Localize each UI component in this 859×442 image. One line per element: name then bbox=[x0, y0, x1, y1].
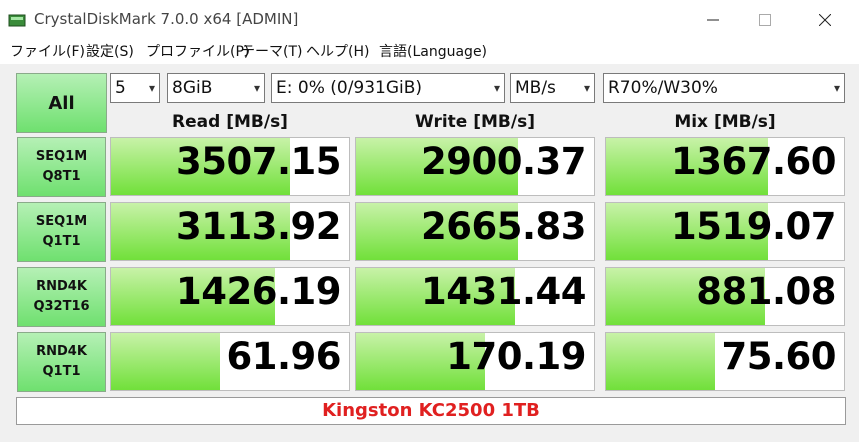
menu-settings[interactable]: 設定(S) bbox=[86, 41, 134, 61]
write-result-cell: 1431.44 bbox=[355, 267, 595, 326]
chevron-down-icon: ▾ bbox=[833, 81, 840, 95]
size-value: 8GiB bbox=[172, 78, 213, 98]
seq1m-q1t1-button[interactable]: SEQ1M Q1T1 bbox=[17, 202, 106, 262]
maximize-button[interactable] bbox=[742, 6, 788, 34]
read-value: 3113.92 bbox=[175, 205, 342, 248]
window-title: CrystalDiskMark 7.0.0 x64 [ADMIN] bbox=[34, 10, 299, 28]
menu-theme[interactable]: テーマ(T) bbox=[241, 41, 302, 61]
mix-result-cell: 881.08 bbox=[605, 267, 845, 326]
write-value: 1431.44 bbox=[420, 270, 587, 313]
maximize-icon bbox=[759, 14, 771, 26]
read-result-cell: 1426.19 bbox=[110, 267, 350, 326]
chevron-down-icon: ▾ bbox=[493, 81, 500, 95]
mix-result-cell: 1367.60 bbox=[605, 137, 845, 196]
rnd4k-q1t1-button[interactable]: RND4K Q1T1 bbox=[17, 332, 106, 392]
row-label-line1: RND4K bbox=[36, 344, 87, 359]
row-label-line2: Q1T1 bbox=[42, 234, 81, 249]
write-header: Write [MB/s] bbox=[415, 112, 535, 132]
write-result-cell: 2900.37 bbox=[355, 137, 595, 196]
count-value: 5 bbox=[115, 78, 126, 98]
write-result-cell: 170.19 bbox=[355, 332, 595, 391]
row-label-line2: Q1T1 bbox=[42, 364, 81, 379]
read-value: 61.96 bbox=[226, 335, 341, 378]
read-result-cell: 61.96 bbox=[110, 332, 350, 391]
minimize-icon bbox=[707, 19, 719, 21]
chevron-down-icon: ▾ bbox=[148, 81, 155, 95]
row-label-line1: SEQ1M bbox=[35, 149, 88, 164]
read-value: 1426.19 bbox=[175, 270, 342, 313]
close-button[interactable] bbox=[802, 6, 848, 34]
menu-profile[interactable]: プロファイル(P) bbox=[146, 41, 249, 61]
drive-select[interactable]: E: 0% (0/931GiB) ▾ bbox=[271, 73, 505, 103]
read-result-cell: 3507.15 bbox=[110, 137, 350, 196]
rnd4k-q32t16-button[interactable]: RND4K Q32T16 bbox=[17, 267, 106, 327]
mix-ratio-select[interactable]: R70%/W30% ▾ bbox=[603, 73, 845, 103]
menu-language[interactable]: 言語(Language) bbox=[379, 41, 487, 61]
size-select[interactable]: 8GiB ▾ bbox=[167, 73, 265, 103]
mix-result-cell: 1519.07 bbox=[605, 202, 845, 261]
unit-select[interactable]: MB/s ▾ bbox=[510, 73, 595, 103]
mix-value: 1519.07 bbox=[670, 205, 837, 248]
unit-value: MB/s bbox=[515, 78, 556, 98]
mix-value: 75.60 bbox=[721, 335, 836, 378]
chevron-down-icon: ▾ bbox=[253, 81, 260, 95]
close-icon bbox=[819, 14, 831, 26]
all-button[interactable]: All bbox=[16, 73, 107, 133]
row-label-line2: Q8T1 bbox=[42, 169, 81, 184]
menu-help[interactable]: ヘルプ(H) bbox=[306, 41, 369, 61]
read-bar bbox=[111, 333, 221, 390]
mix-value: 881.08 bbox=[696, 270, 836, 313]
write-value: 2900.37 bbox=[420, 140, 587, 183]
comment-field[interactable]: Kingston KC2500 1TB bbox=[16, 397, 846, 425]
read-header: Read [MB/s] bbox=[172, 112, 288, 132]
count-select[interactable]: 5 ▾ bbox=[110, 73, 160, 103]
mix-bar bbox=[606, 333, 716, 390]
mix-header: Mix [MB/s] bbox=[674, 112, 776, 132]
row-label-line2: Q32T16 bbox=[33, 299, 90, 314]
minimize-button[interactable] bbox=[690, 6, 736, 34]
mix-result-cell: 75.60 bbox=[605, 332, 845, 391]
read-value: 3507.15 bbox=[175, 140, 342, 183]
menu-bar: ファイル(F) 設定(S) プロファイル(P) テーマ(T) ヘルプ(H) 言語… bbox=[0, 38, 859, 62]
drive-value: E: 0% (0/931GiB) bbox=[276, 78, 423, 98]
seq1m-q8t1-button[interactable]: SEQ1M Q8T1 bbox=[17, 137, 106, 197]
row-label-line1: SEQ1M bbox=[35, 214, 88, 229]
write-value: 2665.83 bbox=[420, 205, 587, 248]
read-result-cell: 3113.92 bbox=[110, 202, 350, 261]
app-icon bbox=[8, 14, 26, 27]
mix-ratio-value: R70%/W30% bbox=[608, 78, 718, 98]
row-label-line1: RND4K bbox=[36, 279, 87, 294]
chevron-down-icon: ▾ bbox=[583, 81, 590, 95]
menu-file[interactable]: ファイル(F) bbox=[10, 41, 85, 61]
mix-value: 1367.60 bbox=[670, 140, 837, 183]
title-bar: CrystalDiskMark 7.0.0 x64 [ADMIN] bbox=[0, 0, 859, 38]
write-result-cell: 2665.83 bbox=[355, 202, 595, 261]
write-value: 170.19 bbox=[446, 335, 586, 378]
